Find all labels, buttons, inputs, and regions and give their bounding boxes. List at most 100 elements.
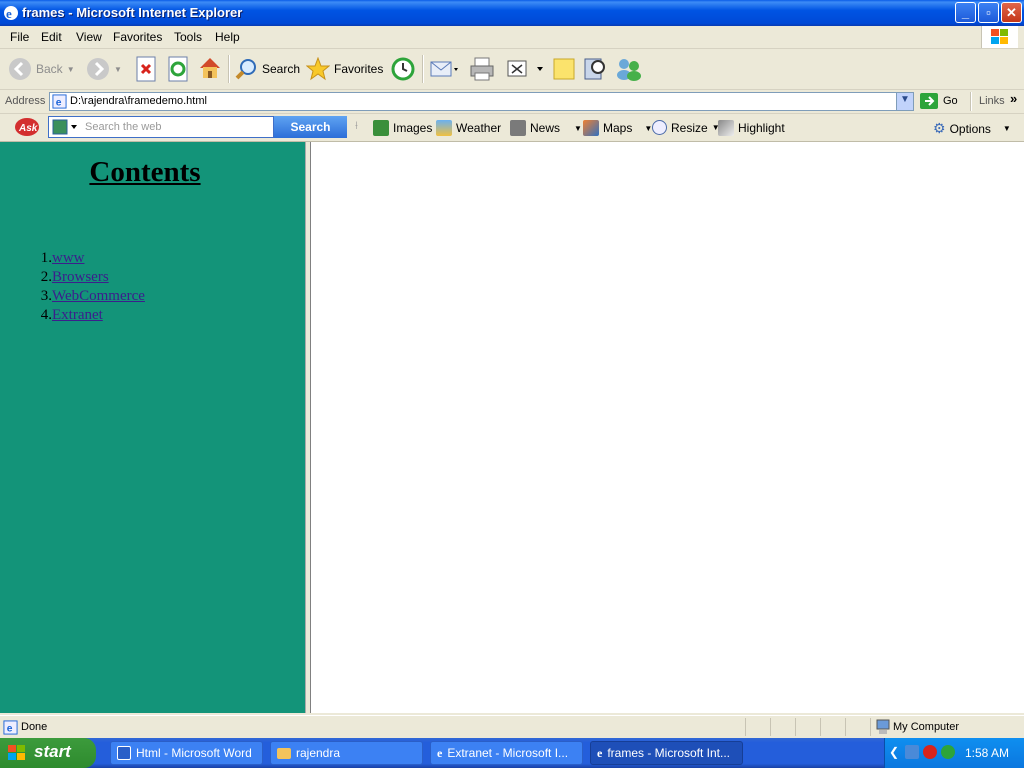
close-button[interactable]: ✕ [1001,2,1022,23]
mail-icon[interactable] [430,57,460,81]
ie-icon: e [437,745,443,760]
chevron-down-icon: ▼ [900,94,910,105]
page-icon: e [3,720,18,735]
search-icon [235,59,256,80]
address-input[interactable]: e D:\rajendra\framedemo.html ▼ [49,92,914,111]
favorites-button[interactable]: Favorites [306,55,383,83]
windows-logo-icon [981,26,1018,48]
restore-button[interactable]: ▫ [978,2,999,23]
folder-icon [277,747,291,759]
ask-images-button[interactable]: Images [373,120,432,136]
ask-resize-button[interactable]: Resize ▼ [652,120,720,135]
back-button[interactable]: Back ▼ [8,55,75,83]
ask-search-input[interactable]: Search the web [48,116,274,138]
history-icon[interactable] [391,57,415,81]
chevron-down-icon: ▼ [66,64,75,74]
security-shield-icon[interactable] [923,745,937,759]
address-url: D:\rajendra\framedemo.html [70,95,207,107]
link-browsers[interactable]: Browsers [52,269,109,288]
minimize-button[interactable]: _ [955,2,976,23]
page-icon: e [52,94,67,109]
link-extranet[interactable]: Extranet [52,307,103,326]
back-arrow-icon [9,58,31,80]
list-item: 1. www [24,250,145,269]
taskbar-item-word[interactable]: Html - Microsoft Word [110,741,263,765]
start-button[interactable]: start [0,738,96,768]
go-arrow-icon [920,93,938,109]
menu-view[interactable]: View [76,30,102,44]
links-button[interactable]: Links [979,95,1005,107]
menu-tools[interactable]: Tools [174,30,202,44]
edit-icon[interactable] [506,58,546,80]
zoom-icon [652,120,667,135]
tray-expand-icon[interactable]: ❮ [889,745,899,759]
taskbar-item-frames[interactable]: e frames - Microsoft Int... [590,741,743,765]
content-frame [311,142,1024,713]
taskbar-item-extranet[interactable]: e Extranet - Microsoft I... [430,741,583,765]
address-label: Address [5,95,46,107]
clock[interactable]: 1:58 AM [965,746,1009,760]
ask-toolbar: Ask Search the web Search ⟊ Images Weath… [0,114,1024,142]
ask-options-button[interactable]: ⚙ Options ▼ [933,120,1011,137]
print-icon[interactable] [469,56,495,82]
word-icon [117,746,131,760]
ask-search-placeholder: Search the web [85,121,162,133]
ie-icon: e [4,6,18,21]
messenger-icon[interactable] [615,56,643,82]
address-dropdown-button[interactable]: ▼ [896,93,913,110]
chevron-down-icon: ▼ [574,123,582,133]
windows-logo-icon [8,745,25,760]
search-button[interactable]: Search [234,55,300,83]
menu-help[interactable]: Help [215,30,240,44]
chevron-right-icon[interactable]: » [1010,91,1017,106]
refresh-icon[interactable] [167,56,189,82]
ask-news-button[interactable]: News ▼ [510,120,582,136]
gear-icon: ⚙ [933,120,946,136]
standard-toolbar: Back ▼ ▼ Search Favorites [0,49,1024,90]
contents-heading: Contents [89,156,201,188]
link-webcommerce[interactable]: WebCommerce [52,288,145,307]
maps-icon [583,120,599,136]
forward-button[interactable]: ▼ [86,55,122,83]
grip-icon: ⟊ [355,120,358,132]
title-bar: e frames - Microsoft Internet Explorer _… [0,0,1024,26]
weather-icon [436,120,452,136]
menu-bar: File Edit View Favorites Tools Help [0,26,1024,49]
note-icon[interactable] [552,57,576,81]
ask-search-button[interactable]: Search [274,116,347,138]
home-icon[interactable] [197,55,223,81]
list-item: 2. Browsers [24,269,145,288]
menu-edit[interactable]: Edit [41,30,62,44]
security-zone: My Computer [893,721,960,733]
chevron-down-icon: ▼ [1002,124,1011,133]
research-icon[interactable] [582,55,608,83]
address-bar: Address e D:\rajendra\framedemo.html ▼ G… [0,90,1024,114]
news-icon [510,120,526,136]
chevron-down-icon: ▼ [114,64,122,74]
ie-icon: e [597,745,603,760]
link-www[interactable]: www [52,250,85,269]
ask-logo-icon[interactable]: Ask [14,117,40,137]
network-icon[interactable] [905,745,919,759]
menu-file[interactable]: File [10,30,29,44]
svg-text:e: e [6,6,12,21]
system-tray: ❮ 1:58 AM [884,738,1024,768]
svg-text:e: e [56,97,62,108]
stop-icon[interactable] [135,56,157,82]
list-item: 3. WebCommerce [24,288,145,307]
status-icon[interactable] [941,745,955,759]
ask-highlight-button[interactable]: Highlight [718,120,785,136]
svg-text:Ask: Ask [18,123,38,134]
taskbar: start Html - Microsoft Word rajendra e Ex… [0,738,1024,768]
taskbar-item-folder[interactable]: rajendra [270,741,423,765]
ask-maps-button[interactable]: Maps ▼ [583,120,652,136]
ask-weather-button[interactable]: Weather [436,120,501,136]
list-item: 4. Extranet [24,307,145,326]
images-icon [373,120,389,136]
contents-frame: Contents 1. www 2. Browsers 3. WebCommerce … [0,142,305,713]
status-text: Done [21,721,48,733]
go-button[interactable]: Go [920,93,958,109]
window-title: frames - Microsoft Internet Explorer [22,5,243,20]
svg-text:e: e [7,723,13,734]
menu-favorites[interactable]: Favorites [113,30,162,44]
